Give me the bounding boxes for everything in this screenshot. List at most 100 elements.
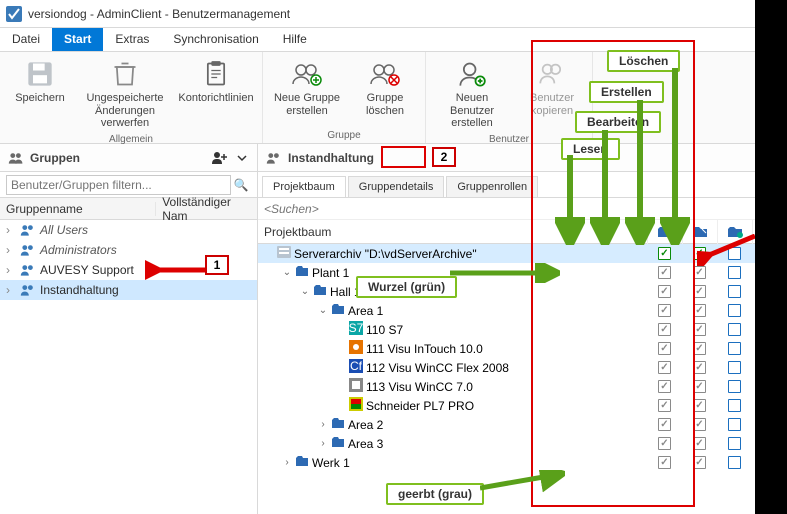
ribbon-group-benutzer: Neuen Benutzer erstellen Benutzer kopier… — [426, 52, 593, 143]
checkbox-checked-inherited[interactable]: ✓ — [693, 361, 706, 374]
menu-synchronisation[interactable]: Synchronisation — [161, 28, 270, 51]
policies-button[interactable]: Kontorichtlinien — [176, 56, 256, 132]
checkbox-checked-inherited[interactable]: ✓ — [693, 285, 706, 298]
group-row[interactable]: › All Users — [0, 220, 257, 240]
checkbox-checked-inherited[interactable]: ✓ — [658, 361, 671, 374]
col-groupname[interactable]: Gruppenname — [0, 202, 156, 216]
checkbox-checked-inherited[interactable]: ✓ — [693, 304, 706, 317]
col-fullname[interactable]: Vollständiger Nam — [156, 195, 257, 223]
menu-extras[interactable]: Extras — [103, 28, 161, 51]
tree-node-icon — [277, 246, 291, 261]
group-row-selected[interactable]: › Instandhaltung — [0, 280, 257, 300]
checkbox-checked-inherited[interactable]: ✓ — [693, 342, 706, 355]
tree-toggle-icon[interactable]: ⌄ — [282, 267, 292, 278]
callout-wurzel: Wurzel (grün) — [356, 276, 457, 298]
delete-group-button[interactable]: Gruppe löschen — [351, 56, 419, 128]
checkbox-unchecked[interactable] — [728, 323, 741, 336]
checkbox-checked-inherited[interactable]: ✓ — [693, 323, 706, 336]
checkbox-checked-inherited[interactable]: ✓ — [658, 304, 671, 317]
checkbox-checked-inherited[interactable]: ✓ — [658, 437, 671, 450]
group-name: Instandhaltung — [40, 283, 119, 297]
search-icon[interactable]: 🔍 — [231, 178, 251, 192]
checkbox-unchecked[interactable] — [728, 342, 741, 355]
tree-toggle-icon[interactable]: ⌄ — [318, 305, 328, 316]
checkbox-unchecked[interactable] — [728, 380, 741, 393]
new-user-label: Neuen Benutzer erstellen — [434, 92, 510, 130]
svg-text:Cf: Cf — [350, 359, 363, 373]
tree-row[interactable]: › Area 3 ✓ ✓ — [258, 434, 787, 453]
tabs: Projektbaum Gruppendetails Gruppenrollen — [258, 172, 787, 198]
checkbox-unchecked[interactable] — [728, 456, 741, 469]
checkbox-unchecked[interactable] — [728, 266, 741, 279]
checkbox-checked-inherited[interactable]: ✓ — [658, 399, 671, 412]
menu-datei[interactable]: Datei — [0, 28, 52, 51]
tree-node-label: 111 Visu InTouch 10.0 — [366, 342, 483, 356]
tree-toggle-icon[interactable]: ⌄ — [300, 286, 310, 297]
expand-icon[interactable]: › — [6, 283, 16, 297]
chevron-down-icon[interactable] — [235, 151, 249, 165]
tree-row[interactable]: Cf112 Visu WinCC Flex 2008✓✓ — [258, 358, 787, 377]
tree-search-input[interactable] — [258, 198, 787, 219]
checkbox-unchecked[interactable] — [728, 361, 741, 374]
tree-row[interactable]: 113 Visu WinCC 7.0✓✓ — [258, 377, 787, 396]
tab-projektbaum[interactable]: Projektbaum — [262, 176, 346, 197]
people-icon — [8, 151, 24, 165]
groups-panel: Gruppen 🔍 Gruppenname Vollständiger Nam … — [0, 144, 258, 514]
tree-toggle-icon[interactable]: › — [318, 438, 328, 449]
checkbox-checked-root[interactable]: ✓ — [658, 247, 671, 260]
checkbox-unchecked[interactable] — [728, 304, 741, 317]
discard-label: Ungespeicherte Änderungen verwerfen — [82, 92, 168, 130]
checkbox-checked-inherited[interactable]: ✓ — [693, 266, 706, 279]
user-copy-icon — [536, 58, 568, 90]
tree-toggle-icon[interactable]: › — [318, 419, 328, 430]
save-label: Speichern — [15, 92, 65, 120]
tree-row[interactable]: ⌄Hall 1✓✓ — [258, 282, 787, 301]
checkbox-checked-inherited[interactable]: ✓ — [658, 266, 671, 279]
svg-text:S7: S7 — [349, 321, 363, 335]
checkbox-checked-inherited[interactable]: ✓ — [658, 380, 671, 393]
checkbox-checked-inherited[interactable]: ✓ — [693, 380, 706, 393]
user-plus-icon[interactable] — [211, 151, 229, 165]
tree-row[interactable]: 111 Visu InTouch 10.0 ✓ ✓ — [258, 339, 787, 358]
checkbox-unchecked[interactable] — [728, 399, 741, 412]
tree-row[interactable]: Schneider PL7 PRO✓✓ — [258, 396, 787, 415]
group-name: All Users — [40, 223, 88, 237]
expand-icon[interactable]: › — [6, 263, 16, 277]
tree-node-icon: S7 — [349, 321, 363, 338]
new-user-button[interactable]: Neuen Benutzer erstellen — [432, 56, 512, 132]
checkbox-checked-inherited[interactable]: ✓ — [658, 342, 671, 355]
tree-node-icon — [295, 455, 309, 470]
checkbox-checked-inherited[interactable]: ✓ — [658, 285, 671, 298]
checkbox-checked-inherited[interactable]: ✓ — [693, 399, 706, 412]
tree-row[interactable]: ›Area 2✓✓ — [258, 415, 787, 434]
checkbox-checked-inherited[interactable]: ✓ — [693, 456, 706, 469]
new-group-button[interactable]: Neue Gruppe erstellen — [269, 56, 345, 128]
arrow-num-1 — [145, 260, 207, 280]
checkbox-checked-inherited[interactable]: ✓ — [658, 323, 671, 336]
checkbox-checked-inherited[interactable]: ✓ — [658, 456, 671, 469]
arrow-wurzel — [450, 263, 560, 283]
checkbox-checked-inherited[interactable]: ✓ — [693, 437, 706, 450]
tree-header-label: Projektbaum — [258, 225, 647, 239]
tab-gruppendetails[interactable]: Gruppendetails — [348, 176, 445, 197]
tree-row[interactable]: S7110 S7✓✓ — [258, 320, 787, 339]
checkbox-checked-inherited[interactable]: ✓ — [658, 418, 671, 431]
tree-toggle-icon[interactable]: › — [282, 457, 292, 468]
filter-input[interactable] — [6, 175, 231, 195]
tree-row[interactable]: ⌄Area 1✓✓ — [258, 301, 787, 320]
checkbox-unchecked[interactable] — [728, 285, 741, 298]
expand-icon[interactable]: › — [6, 243, 16, 257]
menu-start[interactable]: Start — [52, 28, 103, 51]
checkbox-checked-inherited[interactable]: ✓ — [693, 418, 706, 431]
checkbox-unchecked[interactable] — [728, 437, 741, 450]
tree-node-label: Area 3 — [348, 437, 383, 451]
discard-button[interactable]: Ungespeicherte Änderungen verwerfen — [80, 56, 170, 132]
tab-gruppenrollen[interactable]: Gruppenrollen — [446, 176, 538, 197]
expand-icon[interactable]: › — [6, 223, 16, 237]
groups-grid-header: Gruppenname Vollständiger Nam — [0, 198, 257, 220]
arrow-erstellen — [625, 100, 655, 245]
tree-node-icon — [349, 340, 363, 357]
checkbox-unchecked[interactable] — [728, 418, 741, 431]
save-button[interactable]: Speichern — [6, 56, 74, 132]
menu-hilfe[interactable]: Hilfe — [271, 28, 319, 51]
